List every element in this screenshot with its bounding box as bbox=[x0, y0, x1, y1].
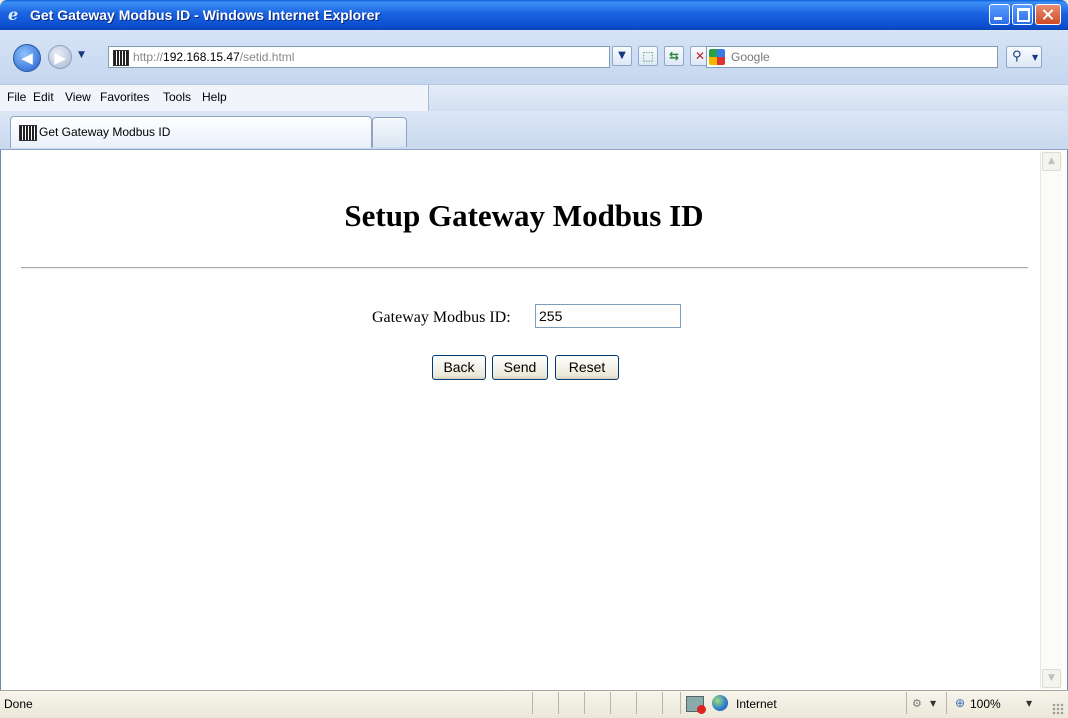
status-divider bbox=[906, 692, 907, 714]
menu-view[interactable]: View bbox=[65, 90, 91, 104]
scroll-down-icon[interactable]: ▼ bbox=[1042, 669, 1061, 688]
search-box[interactable]: Google bbox=[706, 46, 998, 68]
search-placeholder: Google bbox=[731, 50, 770, 64]
refresh-icon[interactable]: ⇆ bbox=[664, 46, 684, 66]
status-divider bbox=[680, 692, 681, 714]
compatibility-view-icon[interactable]: ⬚ bbox=[638, 46, 658, 66]
command-bar bbox=[428, 84, 1068, 112]
status-divider bbox=[532, 692, 533, 714]
menu-edit[interactable]: Edit bbox=[33, 90, 54, 104]
status-divider bbox=[662, 692, 663, 714]
page-heading: Setup Gateway Modbus ID bbox=[344, 198, 704, 233]
menu-bar: File Edit View Favorites Tools Help bbox=[0, 84, 428, 112]
search-icon: ⚲ bbox=[1012, 49, 1022, 64]
address-url[interactable]: http://192.168.15.47/setid.html bbox=[133, 49, 294, 65]
address-dropdown-icon[interactable]: ▼ bbox=[612, 46, 632, 66]
new-tab-button[interactable] bbox=[372, 117, 407, 147]
minimize-button[interactable] bbox=[989, 4, 1010, 25]
address-path: /setid.html bbox=[239, 50, 295, 64]
protected-mode-icon[interactable]: ⚙ bbox=[912, 697, 922, 710]
status-divider bbox=[946, 692, 947, 714]
zoom-icon[interactable]: ⊕ bbox=[955, 696, 965, 710]
maximize-button[interactable] bbox=[1012, 4, 1033, 25]
menu-help[interactable]: Help bbox=[202, 90, 227, 104]
resize-grip-icon[interactable] bbox=[1052, 703, 1064, 715]
send-button[interactable]: Send bbox=[492, 355, 548, 380]
search-button[interactable]: ⚲ ▼ bbox=[1006, 46, 1042, 68]
modbus-id-label: Gateway Modbus ID: bbox=[372, 309, 511, 326]
security-zone-text[interactable]: Internet bbox=[736, 697, 777, 711]
status-divider bbox=[636, 692, 637, 714]
horizontal-rule bbox=[21, 267, 1028, 269]
back-button[interactable]: Back bbox=[432, 355, 486, 380]
forward-nav-button[interactable]: ▶ bbox=[48, 45, 72, 69]
menu-tools[interactable]: Tools bbox=[163, 90, 191, 104]
arrow-left-icon: ◀ bbox=[21, 49, 33, 67]
scroll-up-icon[interactable]: ▲ bbox=[1042, 152, 1061, 171]
page-favicon-icon bbox=[113, 50, 129, 66]
zoom-level[interactable]: 100% bbox=[970, 697, 1001, 711]
back-nav-button[interactable]: ◀ bbox=[13, 44, 41, 72]
status-text: Done bbox=[4, 697, 33, 711]
recent-pages-dropdown-icon[interactable]: ▼ bbox=[78, 50, 85, 60]
modbus-id-input[interactable] bbox=[535, 304, 681, 328]
close-button[interactable] bbox=[1035, 4, 1061, 25]
status-divider bbox=[558, 692, 559, 714]
menu-file[interactable]: File bbox=[7, 90, 26, 104]
address-scheme: http:// bbox=[133, 50, 164, 64]
internet-zone-globe-icon bbox=[712, 695, 728, 711]
tab-get-gateway-modbus-id[interactable]: Get Gateway Modbus ID bbox=[10, 116, 372, 148]
status-divider bbox=[610, 692, 611, 714]
window-title: Get Gateway Modbus ID - Windows Internet… bbox=[30, 7, 380, 23]
address-bar[interactable]: http://192.168.15.47/setid.html bbox=[108, 46, 610, 68]
chevron-down-icon[interactable]: ▼ bbox=[930, 699, 936, 708]
blocked-content-icon[interactable] bbox=[686, 696, 706, 714]
arrow-right-icon: ▶ bbox=[54, 49, 66, 67]
reset-button[interactable]: Reset bbox=[555, 355, 619, 380]
google-logo-icon bbox=[709, 49, 725, 65]
chevron-down-icon[interactable]: ▼ bbox=[1026, 699, 1032, 708]
menu-favorites[interactable]: Favorites bbox=[100, 90, 149, 104]
status-divider bbox=[584, 692, 585, 714]
ie-logo-icon: e bbox=[8, 5, 19, 24]
address-host: 192.168.15.47 bbox=[163, 50, 240, 64]
status-bar bbox=[0, 690, 1068, 718]
page-favicon-icon bbox=[19, 125, 37, 141]
tab-label: Get Gateway Modbus ID bbox=[39, 125, 171, 139]
vertical-scrollbar[interactable] bbox=[1040, 151, 1063, 689]
search-options-dropdown-icon[interactable]: ▼ bbox=[1032, 53, 1038, 62]
